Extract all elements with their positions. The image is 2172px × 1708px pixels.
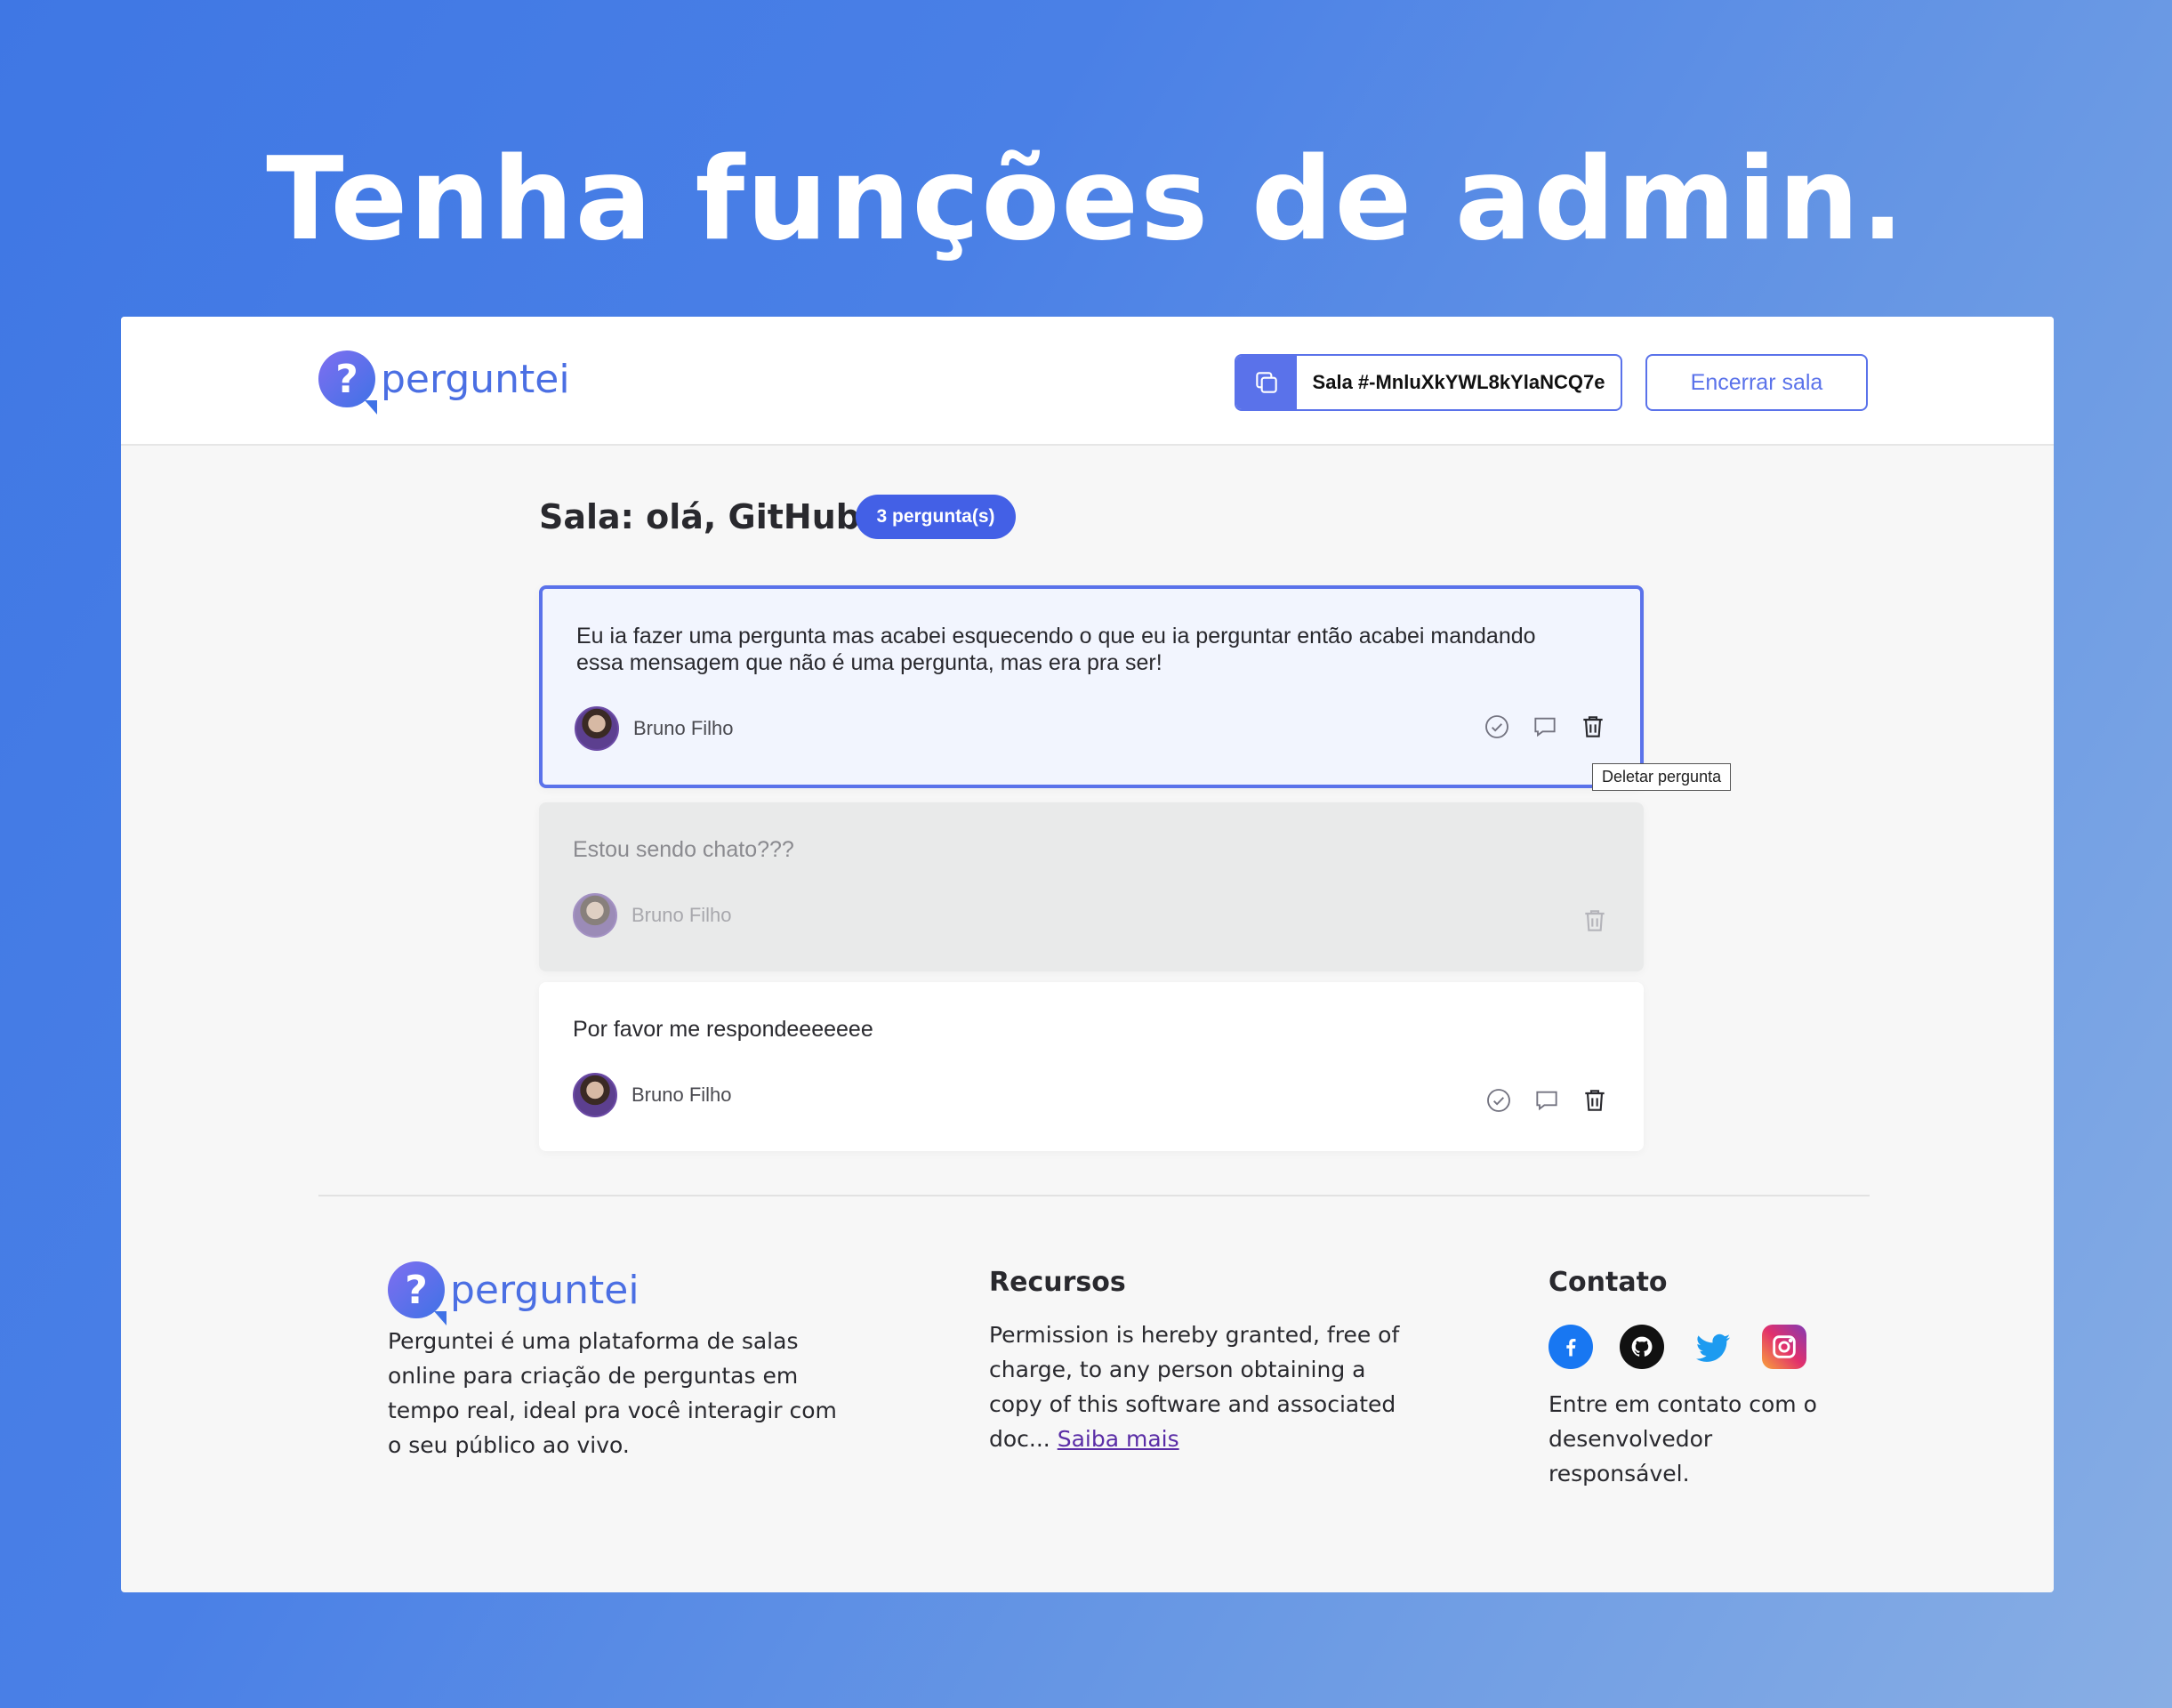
footer-description: Perguntei é uma plataforma de salas onli… [388, 1328, 837, 1458]
question-count-badge: 3 pergunta(s) [856, 495, 1016, 539]
social-links [1549, 1325, 1833, 1369]
check-icon[interactable] [1484, 1085, 1514, 1116]
logo-question-icon: ? [388, 1261, 446, 1325]
question-actions [1580, 906, 1610, 936]
contact-title: Contato [1549, 1267, 1668, 1298]
footer-divider [318, 1195, 1870, 1196]
trash-icon[interactable] [1580, 906, 1610, 936]
check-icon[interactable] [1482, 712, 1512, 742]
footer-logo[interactable]: ? perguntei [388, 1261, 850, 1325]
question-actions [1482, 712, 1608, 742]
end-room-button[interactable]: Encerrar sala [1645, 354, 1868, 411]
question-card: Por favor me respondeeeeeee Bruno Filho [539, 982, 1644, 1151]
header: ? perguntei Sala #-MnluXkYWL8kYlaNCQ7e E… [121, 317, 2054, 446]
question-content: Eu ia fazer uma pergunta mas acabei esqu… [576, 624, 1536, 675]
headline: Tenha funções de admin. [266, 133, 1906, 266]
avatar [573, 1073, 617, 1117]
footer-contact: Contato Entre em contato com o desenvolv… [1549, 1267, 1833, 1491]
page-title: Sala: olá, GitHub! [539, 497, 876, 536]
author-name: Bruno Filho [631, 904, 732, 926]
footer-brand: ? perguntei Perguntei é uma plataforma d… [388, 1261, 850, 1462]
room-code-label: Sala #-MnluXkYWL8kYlaNCQ7e [1312, 371, 1605, 393]
trash-icon[interactable] [1578, 712, 1608, 742]
avatar [575, 706, 619, 751]
question-card: Eu ia fazer uma pergunta mas acabei esqu… [539, 585, 1644, 788]
contact-text: Entre em contato com o desenvolvedor res… [1549, 1391, 1817, 1486]
logo-text: perguntei [381, 356, 570, 402]
facebook-icon[interactable] [1549, 1325, 1593, 1369]
logo[interactable]: ? perguntei [318, 350, 570, 415]
comment-icon[interactable] [1532, 1085, 1562, 1116]
resources-body: Permission is hereby granted, free of ch… [989, 1322, 1400, 1452]
copy-icon [1236, 356, 1297, 409]
footer-resources: Recursos Permission is hereby granted, f… [989, 1267, 1416, 1456]
resources-text: Permission is hereby granted, free of ch… [989, 1317, 1416, 1456]
instagram-icon[interactable] [1762, 1325, 1806, 1369]
logo-text: perguntei [450, 1267, 640, 1313]
delete-question-tooltip: Deletar pergunta [1592, 763, 1732, 791]
author-name: Bruno Filho [633, 717, 734, 739]
question-content: Estou sendo chato??? [573, 837, 794, 862]
logo-question-icon: ? [318, 350, 377, 415]
question-author: Bruno Filho [573, 893, 732, 938]
twitter-icon[interactable] [1691, 1325, 1735, 1369]
trash-icon[interactable] [1580, 1085, 1610, 1116]
avatar [573, 893, 617, 938]
question-card: Estou sendo chato??? Bruno Filho [539, 802, 1644, 971]
learn-more-link[interactable]: Saiba mais [1058, 1426, 1179, 1452]
question-actions [1484, 1085, 1610, 1116]
question-content: Por favor me respondeeeeeee [573, 1017, 873, 1042]
comment-icon[interactable] [1530, 712, 1560, 742]
github-icon[interactable] [1620, 1325, 1664, 1369]
resources-title: Recursos [989, 1267, 1126, 1298]
question-author: Bruno Filho [575, 706, 734, 751]
room-code-button[interactable]: Sala #-MnluXkYWL8kYlaNCQ7e [1235, 354, 1622, 411]
question-author: Bruno Filho [573, 1073, 732, 1117]
author-name: Bruno Filho [631, 1084, 732, 1106]
app-window: ? perguntei Sala #-MnluXkYWL8kYlaNCQ7e E… [121, 317, 2054, 1592]
